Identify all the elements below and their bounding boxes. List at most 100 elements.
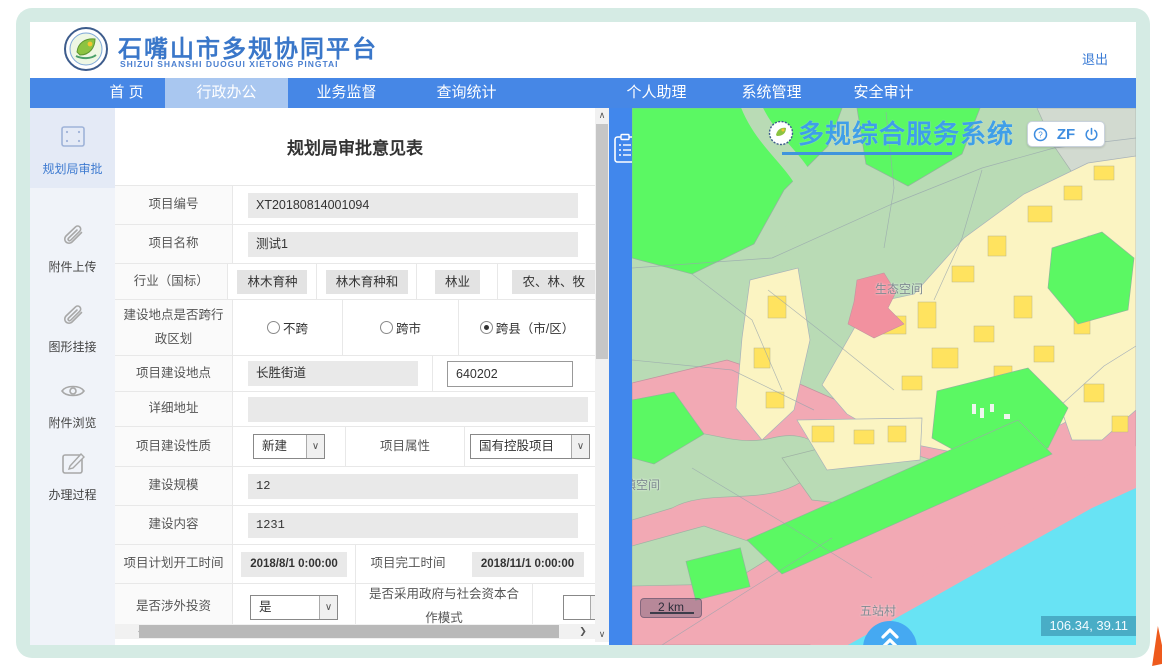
row-location: 项目建设地点 长胜街道 640202 xyxy=(115,356,595,392)
row-industry: 行业（国标） 林木育种 林木育种和 林业 农、林、牧 xyxy=(115,264,595,300)
finish-time-input[interactable]: 2018/11/1 0:00:00 xyxy=(472,552,584,577)
page: 石嘴山市多规协同平台 SHIZUI SHANSHI DUOGUI XIETONG… xyxy=(0,0,1162,665)
chevron-down-icon: ∨ xyxy=(571,435,589,458)
select-value: 是 xyxy=(251,596,319,619)
help-icon[interactable]: ? xyxy=(1033,127,1048,142)
field-label: 行业（国标） xyxy=(115,264,228,299)
attribute-label: 项目属性 xyxy=(346,435,464,459)
row-region-span: 建设地点是否跨行政区划 不跨 跨市 跨县（市/区） xyxy=(115,300,595,356)
sidebar-item-label: 附件浏览 xyxy=(48,416,96,430)
nav-tab-system-mgmt[interactable]: 系统管理 xyxy=(710,78,833,108)
scrollbar-thumb[interactable] xyxy=(596,124,608,359)
expand-up-button[interactable] xyxy=(863,621,917,645)
field-label: 项目计划开工时间 xyxy=(115,545,233,583)
scale-line xyxy=(650,612,694,614)
street-input[interactable]: 长胜街道 xyxy=(248,361,418,386)
sidebar-item-label: 规划局审批 xyxy=(42,162,102,176)
radio-dot xyxy=(380,321,393,334)
sidebar: 规划局审批 附件上传 图形挂接 附件浏览 xyxy=(30,108,115,645)
finish-time-label: 项目完工时间 xyxy=(356,552,460,576)
sidebar-item-planning-approval[interactable]: 规划局审批 xyxy=(30,108,115,188)
field-label: 建设内容 xyxy=(115,506,233,544)
nav-tab-personal-assistant[interactable]: 个人助理 xyxy=(595,78,718,108)
row-address: 详细地址 xyxy=(115,392,595,427)
radio-label: 跨市 xyxy=(396,318,421,337)
attribute-select[interactable]: 国有控股项目∨ xyxy=(470,434,590,459)
select-value: 新建 xyxy=(254,435,306,458)
coordinate-readout: 106.34, 39.11 xyxy=(1041,616,1136,636)
zf-button[interactable]: ZF xyxy=(1057,126,1075,143)
nav-tab-security-audit[interactable]: 安全审计 xyxy=(822,78,945,108)
power-icon[interactable] xyxy=(1084,127,1099,142)
paperclip-icon xyxy=(58,220,88,250)
horizontal-scrollbar[interactable]: ❮ ❯ xyxy=(115,624,595,639)
sidebar-item-attachment-view[interactable]: 附件浏览 xyxy=(30,376,115,431)
form-table: 项目编号 XT20180814001094 项目名称 测试1 行业（国标） 林木… xyxy=(115,185,595,630)
radio-no-span[interactable]: 不跨 xyxy=(267,318,308,337)
map-scale-bar: 2 km xyxy=(640,598,702,618)
scrollbar-thumb[interactable] xyxy=(139,625,559,638)
ppp-select[interactable]: ∨ xyxy=(563,595,595,620)
build-scale-input[interactable]: 12 xyxy=(248,474,578,499)
header: 石嘴山市多规协同平台 SHIZUI SHANSHI DUOGUI XIETONG… xyxy=(30,22,1136,78)
row-nature: 项目建设性质 新建∨ 项目属性 国有控股项目∨ xyxy=(115,427,595,467)
sidebar-item-label: 办理过程 xyxy=(48,488,96,502)
form-window-icon xyxy=(58,122,88,152)
chevron-down-icon: ∨ xyxy=(319,596,337,619)
sidebar-item-attachment-upload[interactable]: 附件上传 xyxy=(30,220,115,275)
land-use-layer xyxy=(632,108,1136,645)
area-code-input[interactable]: 640202 xyxy=(447,361,573,387)
foreign-invest-select[interactable]: 是∨ xyxy=(250,595,338,620)
radio-cross-city[interactable]: 跨市 xyxy=(380,318,421,337)
radio-label: 跨县（市/区） xyxy=(496,318,574,337)
nature-select[interactable]: 新建∨ xyxy=(253,434,325,459)
sidebar-item-label: 附件上传 xyxy=(48,260,96,274)
project-name-input[interactable]: 测试1 xyxy=(248,232,578,257)
scroll-up-arrow[interactable]: ∧ xyxy=(595,108,609,123)
map-system-title-bar: 多规综合服务系统 xyxy=(768,114,1014,151)
field-label: 项目建设地点 xyxy=(115,356,233,391)
field-label: 项目名称 xyxy=(115,225,233,263)
vertical-scrollbar[interactable]: ∧ ∨ xyxy=(595,108,609,642)
nav-tab-business-supervision[interactable]: 业务监督 xyxy=(285,78,408,108)
sidebar-item-process[interactable]: 办理过程 xyxy=(30,448,115,503)
field-label: 详细地址 xyxy=(115,392,233,426)
project-no-input[interactable]: XT20180814001094 xyxy=(248,193,578,218)
row-build-scale: 建设规模 12 xyxy=(115,467,595,506)
address-input[interactable] xyxy=(248,397,588,422)
main-nav: 首 页 行政办公 业务监督 查询统计 个人助理 系统管理 安全审计 xyxy=(30,78,1136,108)
title-underline xyxy=(782,152,952,155)
radio-dot xyxy=(267,321,280,334)
svg-text:?: ? xyxy=(1038,130,1043,139)
approval-form-pane: 规划局审批意见表 项目编号 XT20180814001094 项目名称 测试1 … xyxy=(115,108,595,645)
field-label: 建设地点是否跨行政区划 xyxy=(115,300,233,355)
double-chevron-up-icon xyxy=(863,621,917,645)
industry-option-button[interactable]: 林木育种 xyxy=(237,270,307,294)
map-toolbar: ? ZF xyxy=(1027,121,1105,147)
build-content-input[interactable]: 1231 xyxy=(248,513,578,538)
map-label-town-space: 镇空间 xyxy=(632,476,660,493)
eye-icon xyxy=(58,376,88,406)
sidebar-item-graphic-link[interactable]: 图形挂接 xyxy=(30,300,115,355)
sidebar-item-label: 图形挂接 xyxy=(48,340,96,354)
select-value xyxy=(564,596,590,619)
corner-ornament xyxy=(1144,626,1162,666)
map-label-eco-space: 生态空间 xyxy=(875,280,923,297)
radio-cross-county[interactable]: 跨县（市/区） xyxy=(480,318,574,337)
row-dates: 项目计划开工时间 2018/8/1 0:00:00 项目完工时间 2018/11… xyxy=(115,545,595,584)
app-window: 石嘴山市多规协同平台 SHIZUI SHANSHI DUOGUI XIETONG… xyxy=(30,22,1136,645)
logout-link[interactable]: 退出 xyxy=(1082,49,1108,68)
map-toggle-strip[interactable] xyxy=(609,108,632,645)
map-viewport[interactable]: 生态空间 镇空间 五站村 多规综合服务系统 ? ZF xyxy=(632,108,1136,645)
radio-dot xyxy=(480,321,493,334)
industry-option-button[interactable]: 林业 xyxy=(435,270,480,294)
start-time-input[interactable]: 2018/8/1 0:00:00 xyxy=(241,552,347,577)
scroll-right-arrow[interactable]: ❯ xyxy=(575,624,591,639)
chevron-down-icon: ∨ xyxy=(306,435,324,458)
nav-tab-query-stats[interactable]: 查询统计 xyxy=(405,78,528,108)
industry-option-button[interactable]: 林木育种和 xyxy=(326,270,409,294)
industry-option-button[interactable]: 农、林、牧 xyxy=(512,270,595,294)
scroll-down-arrow[interactable]: ∨ xyxy=(595,627,609,642)
row-build-content: 建设内容 1231 xyxy=(115,506,595,545)
nav-tab-admin-office[interactable]: 行政办公 xyxy=(165,78,288,108)
